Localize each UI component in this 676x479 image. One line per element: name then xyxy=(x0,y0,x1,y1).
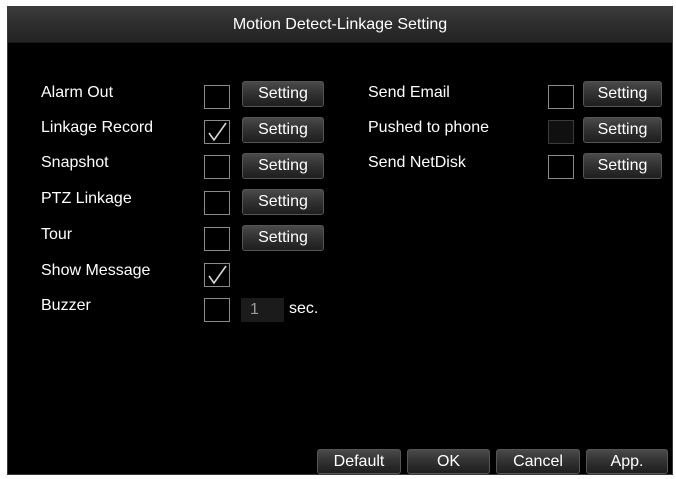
send-netdisk-setting-button[interactable]: Setting xyxy=(583,153,662,179)
linkage-record-checkbox[interactable] xyxy=(204,120,230,144)
apply-button[interactable]: App. xyxy=(586,449,668,474)
send-email-setting-button[interactable]: Setting xyxy=(583,81,662,107)
ptz-linkage-checkbox[interactable] xyxy=(204,191,230,215)
ptz-linkage-setting-button[interactable]: Setting xyxy=(242,189,324,215)
cancel-button[interactable]: Cancel xyxy=(496,449,580,474)
linkage-record-setting-button[interactable]: Setting xyxy=(242,117,324,143)
snapshot-setting-button[interactable]: Setting xyxy=(242,153,324,179)
buzzer-duration-input[interactable]: 1 xyxy=(241,298,284,322)
show-message-checkbox[interactable] xyxy=(204,263,230,287)
show-message-label: Show Message xyxy=(41,262,151,279)
checkmark-icon xyxy=(208,122,227,142)
tour-setting-button[interactable]: Setting xyxy=(242,225,324,251)
send-email-label: Send Email xyxy=(368,84,450,101)
default-button[interactable]: Default xyxy=(317,449,401,474)
ok-button[interactable]: OK xyxy=(407,449,490,474)
snapshot-label: Snapshot xyxy=(41,154,109,171)
snapshot-checkbox[interactable] xyxy=(204,155,230,179)
tour-checkbox[interactable] xyxy=(204,227,230,251)
alarm-out-setting-button[interactable]: Setting xyxy=(242,81,324,107)
ptz-linkage-label: PTZ Linkage xyxy=(41,190,132,207)
pushed-to-phone-label: Pushed to phone xyxy=(368,119,489,136)
checkmark-icon xyxy=(208,265,227,285)
send-netdisk-label: Send NetDisk xyxy=(368,154,466,171)
dialog-title: Motion Detect-Linkage Setting xyxy=(232,16,448,33)
linkage-record-label: Linkage Record xyxy=(41,119,154,136)
pushed-to-phone-setting-button[interactable]: Setting xyxy=(583,117,662,143)
buzzer-label: Buzzer xyxy=(41,297,91,314)
alarm-out-label: Alarm Out xyxy=(41,84,114,101)
pushed-to-phone-checkbox[interactable] xyxy=(548,120,574,144)
tour-label: Tour xyxy=(41,226,73,243)
send-netdisk-checkbox[interactable] xyxy=(548,155,574,179)
linkage-setting-dialog: Motion Detect-Linkage Setting Alarm Out … xyxy=(7,6,673,475)
buzzer-checkbox[interactable] xyxy=(204,298,230,322)
dialog-titlebar: Motion Detect-Linkage Setting xyxy=(8,7,672,43)
buzzer-unit-label: sec. xyxy=(289,300,319,317)
alarm-out-checkbox[interactable] xyxy=(204,85,230,109)
send-email-checkbox[interactable] xyxy=(548,85,574,109)
